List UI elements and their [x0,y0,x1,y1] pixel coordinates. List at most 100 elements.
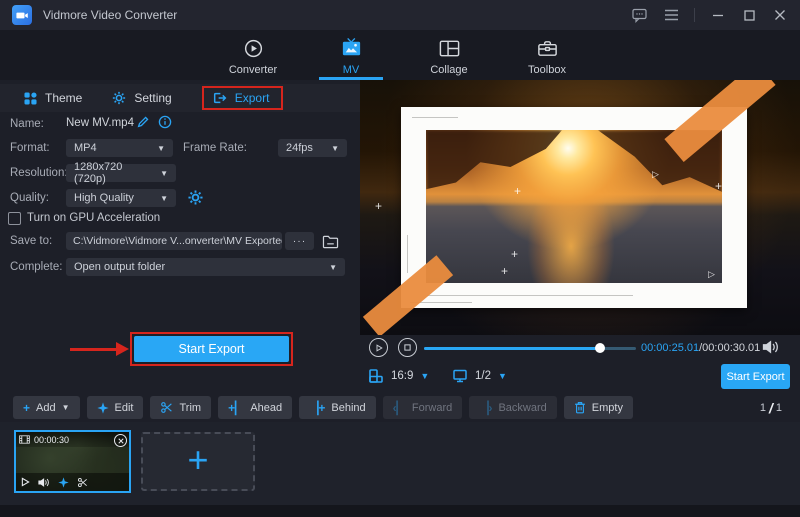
forward-button[interactable]: ‹▏ Forward [383,396,463,419]
progress-fill [424,347,600,350]
name-label: Name: [10,118,44,130]
add-clip-plus-icon: + [187,460,208,464]
toolbox-icon [536,37,559,60]
rename-icon[interactable] [136,115,150,129]
tab-setting-label: Setting [134,91,171,105]
mv-panel-tabs: Theme Setting Export [0,84,360,112]
clip-edit-star-icon[interactable] [58,477,69,488]
frame-rate-label: Frame Rate: [183,142,247,154]
frame-rate-dropdown[interactable]: 24fps▼ [278,139,347,157]
quality-settings-gear-icon[interactable] [188,190,203,205]
resolution-dropdown[interactable]: 1280x720 (720p)▼ [66,164,176,182]
remove-clip-icon[interactable] [114,434,127,447]
mv-icon [340,37,363,60]
insert-behind-icon: ▕+ [309,401,325,415]
clip-page-total: 1 [776,402,782,414]
player-controls: 00:00:25.01/00:00:30.01 [360,335,800,362]
play-button[interactable] [369,338,388,357]
vidmore-window: Vidmore Video Converter [0,0,800,517]
open-folder-icon[interactable] [320,232,340,250]
clip-volume-icon[interactable] [38,477,50,488]
sparkle-decoration [375,200,382,212]
triangle-decoration [652,170,659,179]
sparkle-decoration [514,185,521,197]
trim-label: Trim [179,402,201,414]
clip-page-current: 1 [760,402,766,414]
complete-dropdown[interactable]: Open output folder▼ [66,258,345,276]
close-button[interactable] [772,7,788,23]
start-export-button[interactable]: Start Export [134,336,289,362]
export-icon [212,91,227,105]
video-preview [360,80,800,335]
aspect-ratio-icon [368,368,384,384]
clip-page-indicator: 1 / 1 [760,400,782,416]
clip-toolbar: + Add ▼ Edit Trim +▏ Ahead ▕+ Behind ‹▏ … [0,393,800,422]
gpu-acceleration-label: Turn on GPU Acceleration [27,212,160,224]
backward-button[interactable]: ▕› Backward [469,396,557,419]
minimize-button[interactable] [710,7,726,23]
ahead-button[interactable]: +▏ Ahead [218,396,292,419]
maximize-button[interactable] [741,7,757,23]
aspect-ratio-control[interactable]: 16:9 ▼ [368,368,429,384]
tab-converter-label: Converter [229,64,277,76]
tab-mv[interactable]: MV [317,30,385,80]
theme-icon [24,92,37,105]
window-title: Vidmore Video Converter [43,8,177,22]
clip-info-bar: 00:00:30 [16,432,129,447]
feedback-icon[interactable] [632,7,648,23]
aspect-ratio-value: 16:9 [391,370,413,382]
tab-collage[interactable]: Collage [415,30,483,80]
format-dropdown[interactable]: MP4▼ [66,139,173,157]
progress-thumb[interactable] [595,343,605,353]
title-bar: Vidmore Video Converter [0,0,800,30]
tab-export[interactable]: Export [202,86,284,110]
add-label: Add [36,402,56,414]
browse-button[interactable]: ··· [285,232,314,250]
titlebar-separator [694,8,695,22]
chevron-down-icon: ▼ [154,169,168,178]
start-export-button-secondary[interactable]: Start Export [721,364,790,389]
save-to-path-field[interactable]: C:\Vidmore\Vidmore V...onverter\MV Expor… [66,232,282,250]
mountain-silhouette [426,130,562,197]
converter-icon [242,37,265,60]
ahead-label: Ahead [250,402,282,414]
tab-theme[interactable]: Theme [24,91,82,105]
clip-play-icon[interactable] [21,477,30,487]
edit-label: Edit [115,402,134,414]
clip-trim-scissors-icon[interactable] [77,477,88,488]
main-nav: Converter MV Collage Toolbox [0,30,800,80]
tab-converter[interactable]: Converter [219,30,287,80]
clip-page-separator: / [769,400,773,416]
setting-gear-icon [112,91,126,105]
tab-toolbox[interactable]: Toolbox [513,30,581,80]
add-button[interactable]: + Add ▼ [13,396,80,419]
behind-button[interactable]: ▕+ Behind [299,396,376,419]
quality-value: High Quality [74,192,134,204]
menu-icon[interactable] [663,7,679,23]
chevron-down-icon: ▼ [323,263,337,272]
behind-label: Behind [331,402,365,414]
frame-accent-line [412,117,458,118]
trim-button[interactable]: Trim [150,396,211,419]
sparkle-decoration [501,265,508,277]
chevron-down-icon: ▼ [420,371,429,381]
info-icon[interactable] [158,115,172,129]
quality-dropdown[interactable]: High Quality▼ [66,189,176,207]
annotation-arrow-head [116,342,129,356]
annotation-highlight-box: Start Export [130,332,293,366]
chevron-down-icon: ▼ [498,371,507,381]
add-clip-slot[interactable]: + [141,432,255,491]
empty-button[interactable]: Empty [564,396,633,419]
timeline-clip-selected[interactable]: 00:00:30 [14,430,131,493]
gpu-acceleration-checkbox[interactable] [8,212,21,225]
stop-button[interactable] [398,338,417,357]
edit-button[interactable]: Edit [87,396,144,419]
volume-icon[interactable] [762,339,780,355]
tab-setting[interactable]: Setting [112,91,171,105]
time-current: 00:00:25.01 [641,342,699,354]
frame-rate-value: 24fps [286,142,313,154]
resolution-label: Resolution: [10,167,68,179]
progress-slider[interactable] [424,335,636,362]
preview-page-control[interactable]: 1/2 ▼ [452,368,507,384]
sparkle-decoration [511,248,518,260]
